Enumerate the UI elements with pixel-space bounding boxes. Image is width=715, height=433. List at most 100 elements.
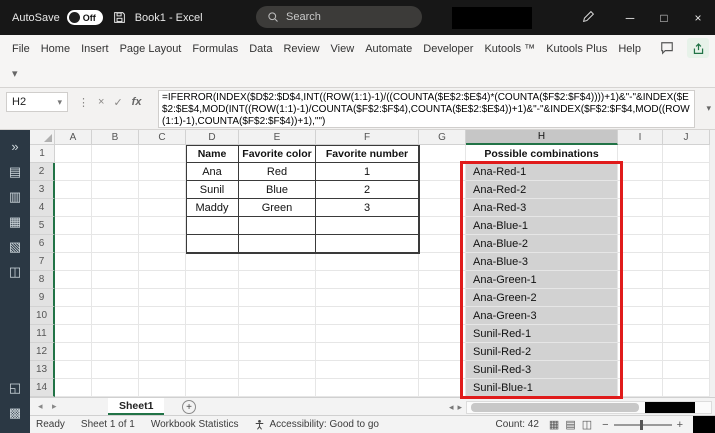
column-header-B[interactable]: B [92, 130, 139, 145]
prev-sheet-icon[interactable]: ◂ [38, 398, 43, 415]
cell-D9[interactable] [186, 289, 239, 307]
row-header-5[interactable]: 5 [30, 217, 55, 235]
cell-G3[interactable] [419, 181, 466, 199]
cell-C3[interactable] [139, 181, 186, 199]
cell-D6[interactable] [186, 235, 239, 253]
tab-automate[interactable]: Automate [365, 43, 412, 55]
workbook-list-icon[interactable]: ▤ [9, 165, 21, 178]
cell-G7[interactable] [419, 253, 466, 271]
scroll-left-icon[interactable]: ◂ [449, 402, 454, 413]
cell-G14[interactable] [419, 379, 466, 397]
cell-I6[interactable] [618, 235, 663, 253]
pen-icon[interactable] [582, 10, 595, 28]
cell-F3[interactable]: 2 [316, 181, 419, 199]
cell-A7[interactable] [55, 253, 92, 271]
cell-H8[interactable]: Ana-Green-1 [466, 271, 618, 289]
close-button[interactable]: × [681, 0, 715, 35]
resize-pane-icon[interactable]: ◱ [9, 381, 21, 394]
cell-A12[interactable] [55, 343, 92, 361]
cell-A6[interactable] [55, 235, 92, 253]
cell-D11[interactable] [186, 325, 239, 343]
cell-C7[interactable] [139, 253, 186, 271]
cell-C2[interactable] [139, 163, 186, 181]
cell-G11[interactable] [419, 325, 466, 343]
cell-A10[interactable] [55, 307, 92, 325]
cell-E4[interactable]: Green [239, 199, 316, 217]
cell-B6[interactable] [92, 235, 139, 253]
cell-J3[interactable] [663, 181, 710, 199]
cell-F2[interactable]: 1 [316, 163, 419, 181]
insert-function-icon[interactable]: fx [132, 96, 142, 108]
cell-H5[interactable]: Ana-Blue-1 [466, 217, 618, 235]
cell-C10[interactable] [139, 307, 186, 325]
cell-H1[interactable]: Possible combinations [466, 145, 618, 163]
cell-H13[interactable]: Sunil-Red-3 [466, 361, 618, 379]
advanced-find-icon[interactable]: ◫ [9, 265, 21, 278]
cancel-icon[interactable]: × [98, 96, 104, 108]
cell-A8[interactable] [55, 271, 92, 289]
column-header-F[interactable]: F [316, 130, 419, 145]
scroll-right-icon[interactable]: ▸ [457, 402, 462, 413]
maximize-button[interactable]: □ [647, 0, 681, 35]
cell-A2[interactable] [55, 163, 92, 181]
column-header-J[interactable]: J [663, 130, 710, 145]
page-layout-view-icon[interactable]: ▤ [565, 418, 575, 431]
cell-C14[interactable] [139, 379, 186, 397]
cell-I9[interactable] [618, 289, 663, 307]
cell-B1[interactable] [92, 145, 139, 163]
cell-J9[interactable] [663, 289, 710, 307]
row-header-4[interactable]: 4 [30, 199, 55, 217]
cell-F8[interactable] [316, 271, 419, 289]
cell-C4[interactable] [139, 199, 186, 217]
cell-E8[interactable] [239, 271, 316, 289]
zoom-out-button[interactable]: − [602, 419, 608, 431]
cell-C11[interactable] [139, 325, 186, 343]
cell-F11[interactable] [316, 325, 419, 343]
cell-F4[interactable]: 3 [316, 199, 419, 217]
cell-B13[interactable] [92, 361, 139, 379]
cell-H9[interactable]: Ana-Green-2 [466, 289, 618, 307]
cell-D5[interactable] [186, 217, 239, 235]
cell-B9[interactable] [92, 289, 139, 307]
share-button[interactable] [687, 38, 709, 58]
cell-J12[interactable] [663, 343, 710, 361]
cell-I8[interactable] [618, 271, 663, 289]
cell-B12[interactable] [92, 343, 139, 361]
row-header-11[interactable]: 11 [30, 325, 55, 343]
cell-I3[interactable] [618, 181, 663, 199]
collapse-pane-icon[interactable]: » [11, 140, 18, 153]
tab-help[interactable]: Help [618, 43, 641, 55]
row-header-13[interactable]: 13 [30, 361, 55, 379]
cell-D12[interactable] [186, 343, 239, 361]
cell-E13[interactable] [239, 361, 316, 379]
cell-I13[interactable] [618, 361, 663, 379]
cell-D1[interactable]: Name [186, 145, 239, 163]
cell-A5[interactable] [55, 217, 92, 235]
columns-pane-icon[interactable]: ▦ [9, 215, 21, 228]
cell-H10[interactable]: Ana-Green-3 [466, 307, 618, 325]
worksheet-list-icon[interactable]: ▥ [9, 190, 21, 203]
tab-home[interactable]: Home [41, 43, 70, 55]
cell-H7[interactable]: Ana-Blue-3 [466, 253, 618, 271]
workbook-statistics-button[interactable]: Workbook Statistics [151, 419, 239, 430]
select-all-button[interactable] [30, 130, 55, 145]
cell-G13[interactable] [419, 361, 466, 379]
row-header-7[interactable]: 7 [30, 253, 55, 271]
normal-view-icon[interactable]: ▦ [549, 418, 559, 431]
search-input[interactable]: Search [256, 6, 422, 28]
cell-J10[interactable] [663, 307, 710, 325]
cell-I5[interactable] [618, 217, 663, 235]
row-header-9[interactable]: 9 [30, 289, 55, 307]
cell-A9[interactable] [55, 289, 92, 307]
pane-settings-icon[interactable]: ▩ [9, 406, 21, 419]
row-header-8[interactable]: 8 [30, 271, 55, 289]
cell-A4[interactable] [55, 199, 92, 217]
tab-insert[interactable]: Insert [81, 43, 109, 55]
row-header-6[interactable]: 6 [30, 235, 55, 253]
cell-J4[interactable] [663, 199, 710, 217]
cell-G4[interactable] [419, 199, 466, 217]
collapsed-ribbon[interactable]: ▾ [0, 62, 715, 88]
cell-B4[interactable] [92, 199, 139, 217]
autosave-toggle[interactable]: Off [66, 10, 103, 25]
tab-developer[interactable]: Developer [423, 43, 473, 55]
